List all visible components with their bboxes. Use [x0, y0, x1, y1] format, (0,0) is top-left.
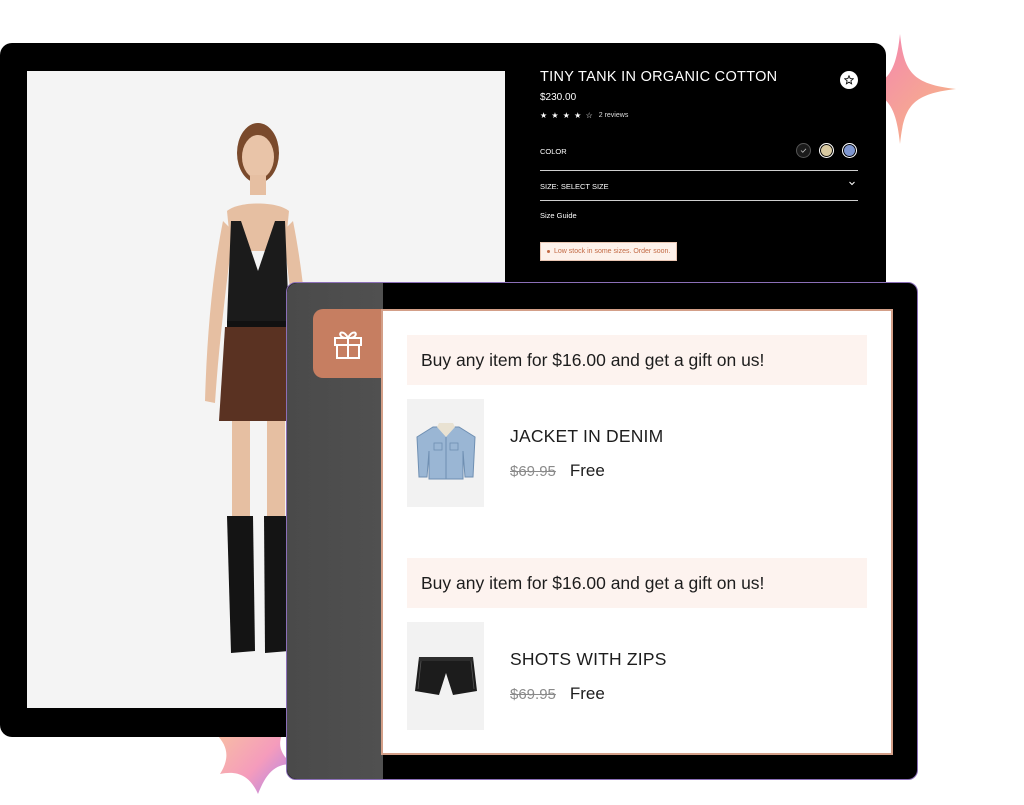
divider [540, 200, 858, 201]
size-selector[interactable]: SIZE: SELECT SIZE [540, 180, 858, 194]
size-guide-link[interactable]: Size Guide [540, 211, 577, 220]
color-selector: COLOR [540, 142, 858, 162]
divider [540, 170, 858, 171]
denim-jacket-image [415, 423, 476, 480]
reviews-link[interactable]: 2 reviews [599, 112, 629, 119]
rating-stars: ★ ★ ★ ★ ☆ [540, 111, 594, 120]
chevron-down-icon [849, 181, 855, 186]
gift-price: Free [569, 684, 605, 703]
item-thumbnail [407, 399, 484, 507]
low-stock-text: Low stock in some sizes. Order soon. [554, 248, 671, 255]
gift-price: Free [569, 461, 605, 480]
item-name: SHOTS WITH ZIPS [510, 649, 667, 669]
gift-offers-panel: Buy any item for $16.00 and get a gift o… [381, 309, 893, 755]
gift-icon [334, 331, 362, 359]
original-price: $69.95 [510, 463, 556, 480]
gift-offer: Buy any item for $16.00 and get a gift o… [407, 558, 867, 732]
star-icon [844, 75, 854, 85]
gift-item[interactable]: JACKET IN DENIM $69.95 Free [407, 399, 867, 509]
check-icon [800, 148, 807, 153]
low-stock-notice: Low stock in some sizes. Order soon. [540, 242, 678, 261]
gift-offer: Buy any item for $16.00 and get a gift o… [407, 335, 867, 509]
shorts-image [414, 657, 477, 695]
product-price: $230.00 [540, 92, 577, 103]
color-swatch-black[interactable] [796, 143, 811, 158]
gift-popup-window: Buy any item for $16.00 and get a gift o… [286, 282, 918, 780]
wishlist-button[interactable] [840, 71, 858, 89]
product-title: TINY TANK IN ORGANIC COTTON [540, 69, 778, 85]
bullet-icon [547, 250, 550, 253]
item-prices: $69.95 Free [510, 684, 605, 704]
gift-tab[interactable] [313, 309, 383, 378]
item-thumbnail [407, 622, 484, 730]
color-swatch-blue[interactable] [842, 143, 857, 158]
color-label: COLOR [540, 147, 567, 156]
product-rating: ★ ★ ★ ★ ☆ 2 reviews [540, 111, 628, 120]
item-name: JACKET IN DENIM [510, 426, 664, 446]
color-swatch-beige[interactable] [819, 143, 834, 158]
size-label: SIZE: SELECT SIZE [540, 182, 609, 191]
item-prices: $69.95 Free [510, 461, 605, 481]
gift-item[interactable]: SHOTS WITH ZIPS $69.95 Free [407, 622, 867, 732]
offer-banner: Buy any item for $16.00 and get a gift o… [407, 558, 867, 608]
original-price: $69.95 [510, 686, 556, 703]
offer-banner: Buy any item for $16.00 and get a gift o… [407, 335, 867, 385]
